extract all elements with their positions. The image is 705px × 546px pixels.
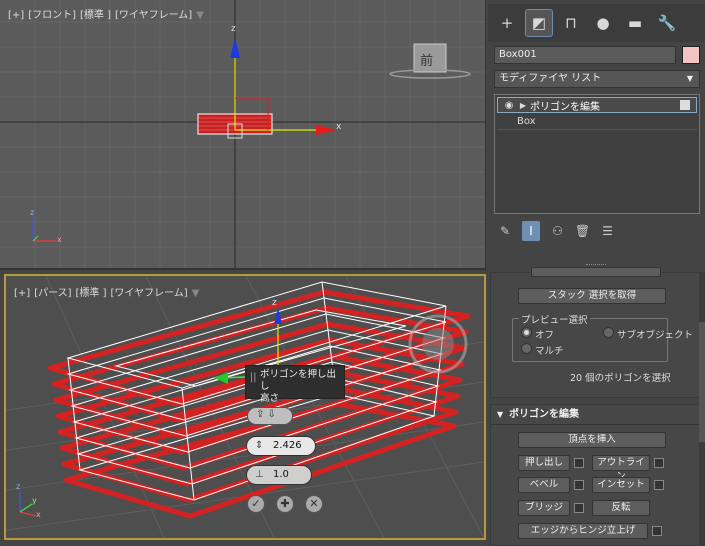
flip-button[interactable]: 反転 — [592, 500, 650, 516]
bevel-settings-icon[interactable] — [574, 480, 584, 490]
tooltip-line1: ポリゴンを押し出し — [260, 369, 337, 392]
perspective-scene — [6, 276, 484, 538]
bridge-settings-icon[interactable] — [574, 503, 584, 513]
spinner-icon[interactable]: ⇕ — [255, 437, 263, 455]
front-viewport-label[interactable]: [+] [フロント] [標準 ] [ワイヤフレーム] ▼ — [8, 6, 208, 21]
bevel-icon[interactable]: ⊥ — [255, 466, 264, 484]
tripod-x-label: x — [36, 510, 41, 519]
command-panel-tabs: + ◩ ⊓ ● ▬ 🔧 — [488, 4, 705, 42]
tooltip-line2: 高さ — [260, 393, 280, 404]
edit-poly-header[interactable]: ▼ ポリゴンを編集 — [491, 405, 701, 425]
filter-icon[interactable]: ▼ — [192, 288, 200, 299]
motion-tab-icon[interactable]: ● — [590, 10, 616, 36]
selection-info: 20 個のポリゴンを選択 — [570, 373, 671, 384]
utilities-tab-icon[interactable]: 🔧 — [654, 10, 680, 36]
preview-multi-radio[interactable] — [521, 343, 532, 354]
object-color-swatch[interactable] — [682, 46, 700, 64]
hierarchy-tab-icon[interactable]: ⊓ — [558, 10, 584, 36]
inset-settings-icon[interactable] — [654, 480, 664, 490]
scrollbar-thumb[interactable] — [699, 322, 705, 442]
viewcube-label[interactable]: 前 — [420, 50, 433, 69]
front-axis-x-label: x — [336, 122, 342, 132]
modifier-list-dropdown[interactable]: モディファイヤ リスト ▼ — [494, 70, 700, 88]
pin-stack-icon[interactable]: ✎ — [500, 224, 510, 238]
ok-button[interactable]: ✓ — [247, 495, 265, 513]
front-grid — [0, 0, 485, 268]
modifier-toggle-icon[interactable] — [680, 100, 690, 110]
front-axis-z-label: z — [231, 24, 236, 34]
cancel-button[interactable]: ✕ — [305, 495, 323, 513]
filter-icon[interactable]: ▼ — [196, 10, 204, 21]
outline-button[interactable]: アウトライン — [592, 455, 650, 482]
extrude-type-icon[interactable]: ⇪ ⇩ — [256, 409, 276, 420]
configure-sets-icon[interactable]: ☰ — [602, 224, 613, 238]
front-viewport[interactable]: [+] [フロント] [標準 ] [ワイヤフレーム] ▼ 前 z x z x — [0, 0, 486, 270]
tripod-y-label: y — [32, 496, 37, 505]
object-name-field[interactable]: Box001 — [494, 46, 676, 64]
get-stack-selection-button[interactable]: スタック 選択を取得 — [518, 288, 666, 304]
preview-selection-group: プレビュー選択 オフ サブオブジェクト マルチ — [512, 312, 693, 362]
tripod-z-label: z — [16, 482, 21, 491]
tripod-x-label: x — [57, 235, 62, 244]
bridge-button[interactable]: ブリッジ — [518, 500, 570, 516]
display-tab-icon[interactable]: ▬ — [622, 10, 648, 36]
preview-subobject-radio[interactable] — [603, 327, 614, 338]
hinge-settings-icon[interactable] — [652, 526, 662, 536]
expand-icon[interactable]: ▶ — [516, 101, 530, 110]
caddy-tooltip: || ポリゴンを押し出し 高さ — [245, 365, 345, 404]
create-tab-icon[interactable]: + — [494, 10, 520, 36]
tripod-z-label: z — [30, 208, 35, 217]
apply-button[interactable]: ✚ — [276, 495, 294, 513]
extrude-height-field[interactable]: ⇕ 2.426 — [246, 436, 316, 456]
collapse-icon: ▼ — [497, 410, 504, 419]
insert-vertex-button[interactable]: 頂点を挿入 — [518, 432, 666, 448]
hinge-from-edge-button[interactable]: エッジからヒンジ立上げ — [518, 523, 648, 539]
caddy-type-control[interactable]: ⇪ ⇩ — [247, 407, 293, 425]
persp-axis-z-label: z — [272, 298, 277, 308]
grip-icon[interactable]: || — [250, 372, 256, 384]
chevron-down-icon: ▼ — [686, 74, 693, 83]
preview-off-radio[interactable] — [521, 327, 532, 338]
stack-toolbar: ✎ I ⚇ 🗑 ☰ — [494, 220, 700, 242]
command-panel: + ◩ ⊓ ● ▬ 🔧 Box001 モディファイヤ リスト ▼ ◉ ▶ ポリゴン… — [488, 0, 705, 546]
outline-settings-icon[interactable] — [654, 458, 664, 468]
eye-icon[interactable]: ◉ — [502, 100, 516, 111]
perspective-viewport-label[interactable]: [+] [パース] [標準 ] [ワイヤフレーム] ▼ — [14, 284, 203, 299]
modify-tab-icon[interactable]: ◩ — [525, 9, 553, 37]
stack-item-edit-poly[interactable]: ◉ ▶ ポリゴンを編集 — [497, 97, 697, 113]
inset-button[interactable]: インセット — [592, 477, 650, 493]
bevel-button[interactable]: ベベル — [518, 477, 570, 493]
perspective-viewport[interactable]: [+] [パース] [標準 ] [ワイヤフレーム] ▼ z z x y — [4, 274, 486, 540]
extrude-second-field[interactable]: ⊥ 1.0 — [246, 465, 312, 485]
make-unique-icon[interactable]: ⚇ — [552, 224, 563, 238]
modifier-stack: ◉ ▶ ポリゴンを編集 Box — [494, 94, 700, 214]
show-end-result-icon[interactable]: I — [522, 221, 541, 241]
remove-modifier-icon[interactable]: 🗑 — [575, 224, 590, 238]
extrude-settings-icon[interactable] — [574, 458, 584, 468]
stack-partial-buttons[interactable] — [531, 267, 661, 277]
extrude-button[interactable]: 押し出し — [518, 455, 570, 471]
stack-item-box[interactable]: Box — [497, 114, 697, 130]
panel-scrollbar[interactable] — [699, 272, 705, 546]
